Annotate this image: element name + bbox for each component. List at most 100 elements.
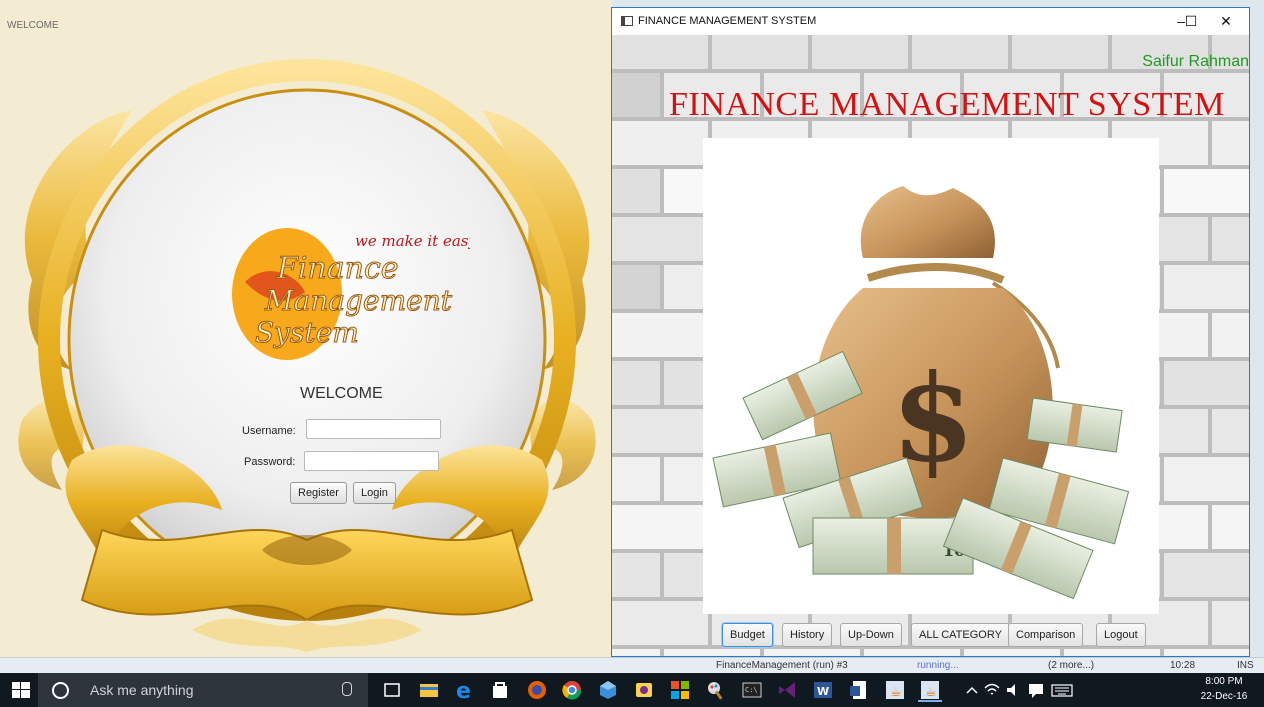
login-button[interactable]: Login xyxy=(353,482,396,504)
visual-studio-icon[interactable] xyxy=(775,678,799,702)
login-window-title: WELCOME xyxy=(7,20,59,31)
run-label[interactable]: FinanceManagement (run) #3 xyxy=(716,660,848,671)
finance-body: Saifur Rahman FINANCE MANAGEMENT SYSTEM xyxy=(612,35,1249,656)
svg-text:C:\: C:\ xyxy=(745,686,758,694)
search-placeholder: Ask me anything xyxy=(90,682,194,698)
brick xyxy=(612,457,660,501)
brick xyxy=(612,35,708,69)
logo-line-2: Management xyxy=(264,284,453,317)
brick xyxy=(612,313,708,357)
brick xyxy=(1064,649,1160,656)
cortana-icon xyxy=(52,682,69,699)
caret-position: 10:28 xyxy=(1170,660,1196,671)
finance-logo: we make it easy Finance Management Syste… xyxy=(232,228,470,360)
run-status: running... xyxy=(917,660,959,671)
word-doc-icon[interactable] xyxy=(847,678,871,702)
brick xyxy=(1212,313,1249,357)
welcome-heading: WELCOME xyxy=(300,385,383,402)
cmd-icon[interactable]: C:\ xyxy=(740,678,764,702)
word-icon[interactable]: W xyxy=(811,678,835,702)
ide-status-strip: FinanceManagement (run) #3 running... (2… xyxy=(0,657,1264,674)
brick xyxy=(612,265,660,309)
windows-start-icon[interactable] xyxy=(12,682,30,698)
brick xyxy=(612,361,660,405)
svg-text:e: e xyxy=(456,679,471,702)
brick xyxy=(1212,121,1249,165)
store-icon[interactable] xyxy=(488,678,512,702)
close-icon[interactable]: ✕ xyxy=(1214,11,1238,31)
more-tasks[interactable]: (2 more...) xyxy=(1048,660,1094,671)
brick xyxy=(1012,35,1108,69)
wifi-icon[interactable] xyxy=(980,678,1000,702)
finance-titlebar[interactable]: FINANCE MANAGEMENT SYSTEM – ☐ ✕ xyxy=(612,8,1249,35)
finance-window: FINANCE MANAGEMENT SYSTEM – ☐ ✕ Saifur R… xyxy=(611,7,1250,657)
task-view-icon[interactable] xyxy=(380,678,404,702)
register-button[interactable]: Register xyxy=(290,482,347,504)
logo-line-1: Finance xyxy=(276,251,399,286)
brick xyxy=(1164,457,1249,501)
app-icon[interactable] xyxy=(632,678,656,702)
brick xyxy=(1212,505,1249,549)
clock-time[interactable]: 8:00 PM xyxy=(1198,676,1250,687)
money-bag-image: $ 100 xyxy=(703,138,1159,614)
brick xyxy=(612,217,708,261)
password-label: Password: xyxy=(244,456,296,468)
brick xyxy=(612,553,660,597)
active-app-indicator xyxy=(918,700,942,702)
finance-heading: FINANCE MANAGEMENT SYSTEM xyxy=(669,86,1225,123)
finance-window-title: FINANCE MANAGEMENT SYSTEM xyxy=(638,15,817,27)
java-active-icon[interactable]: ☕ xyxy=(918,678,942,702)
app-window-icon xyxy=(621,16,633,26)
chevron-up-icon[interactable] xyxy=(960,678,978,702)
clock-date[interactable]: 22-Dec-16 xyxy=(1196,691,1252,702)
notification-icon[interactable] xyxy=(1024,678,1043,702)
brick xyxy=(1164,265,1249,309)
brick xyxy=(612,505,708,549)
brick xyxy=(964,649,1060,656)
brick xyxy=(612,121,708,165)
logo-line-3: System xyxy=(255,316,359,349)
history-button[interactable]: History xyxy=(782,623,833,647)
brick xyxy=(612,73,660,117)
logo-tagline: we make it easy xyxy=(355,232,470,250)
brick xyxy=(764,649,860,656)
edge-icon[interactable]: e xyxy=(453,678,477,704)
maximize-icon[interactable]: ☐ xyxy=(1179,11,1203,31)
all-category-button[interactable]: ALL CATEGORY xyxy=(911,623,1010,647)
password-input[interactable] xyxy=(304,451,439,471)
chrome-icon[interactable] xyxy=(560,678,584,702)
microphone-icon[interactable] xyxy=(342,682,352,696)
java-icon[interactable]: ☕ xyxy=(883,678,907,702)
author-name: Saifur Rahman xyxy=(1142,53,1249,70)
username-input[interactable] xyxy=(306,419,441,439)
brick xyxy=(1164,553,1249,597)
insert-mode: INS xyxy=(1237,660,1254,671)
comparison-button[interactable]: Comparison xyxy=(1008,623,1084,647)
brick xyxy=(812,35,908,69)
keyboard-icon[interactable] xyxy=(1050,678,1073,702)
firefox-icon[interactable] xyxy=(525,678,549,702)
box-icon[interactable] xyxy=(596,678,620,702)
brick xyxy=(1164,361,1249,405)
budget-button[interactable]: Budget xyxy=(722,623,773,647)
username-label: Username: xyxy=(242,425,296,437)
file-explorer-icon[interactable] xyxy=(417,678,441,702)
brick xyxy=(612,169,660,213)
logout-button[interactable]: Logout xyxy=(1096,623,1146,647)
brick xyxy=(1164,649,1249,656)
color-grid-icon[interactable] xyxy=(668,678,692,702)
volume-icon[interactable] xyxy=(1002,678,1020,702)
brick xyxy=(864,649,960,656)
brick xyxy=(612,409,708,453)
paint-icon[interactable] xyxy=(704,678,728,702)
svg-text:W: W xyxy=(817,685,829,698)
up-down-button[interactable]: Up-Down xyxy=(840,623,902,647)
svg-text:☕: ☕ xyxy=(925,685,937,700)
brick xyxy=(712,35,808,69)
brick xyxy=(612,649,660,656)
brick xyxy=(1212,217,1249,261)
svg-text:☕: ☕ xyxy=(890,685,902,700)
search-box[interactable]: Ask me anything xyxy=(38,673,368,707)
brick xyxy=(1212,409,1249,453)
brick xyxy=(912,35,1008,69)
